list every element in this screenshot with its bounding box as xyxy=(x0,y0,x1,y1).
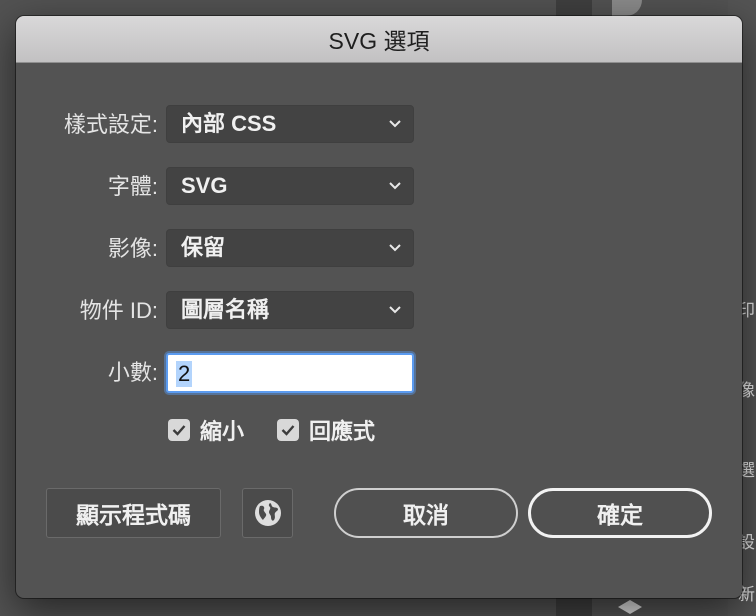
styling-row: 樣式設定: 內部 CSS xyxy=(16,105,742,145)
responsive-label: 回應式 xyxy=(309,419,376,444)
chevron-down-icon xyxy=(389,306,401,314)
checkbox-checked-icon xyxy=(168,419,190,441)
font-select[interactable]: SVG xyxy=(166,167,414,205)
responsive-checkbox[interactable]: 回應式 xyxy=(277,415,375,445)
decimal-label: 小數: xyxy=(107,360,158,385)
font-row: 字體: SVG xyxy=(16,167,742,207)
chevron-down-icon xyxy=(389,120,401,128)
show-code-button[interactable]: 顯示程式碼 xyxy=(46,488,221,538)
images-row: 影像: 保留 xyxy=(16,229,742,269)
dialog-title: SVG 選項 xyxy=(328,28,430,54)
object-ids-row: 物件 ID: 圖層名稱 xyxy=(16,291,742,331)
minify-label: 縮小 xyxy=(200,419,245,444)
chevron-down-icon xyxy=(389,244,401,252)
styling-select[interactable]: 內部 CSS xyxy=(166,105,414,143)
dialog-titlebar[interactable]: SVG 選項 xyxy=(16,16,742,63)
object-ids-value: 圖層名稱 xyxy=(181,297,270,322)
styling-label: 樣式設定: xyxy=(63,112,158,137)
globe-icon xyxy=(254,500,281,526)
web-button[interactable] xyxy=(242,488,293,538)
minify-checkbox[interactable]: 縮小 xyxy=(168,415,244,445)
svg-options-dialog: SVG 選項 樣式設定: 內部 CSS 字體: SVG 影像: 保留 物件 ID… xyxy=(16,16,742,598)
decimal-value: 2 xyxy=(176,361,193,387)
ok-button[interactable]: 確定 xyxy=(528,488,712,538)
images-select[interactable]: 保留 xyxy=(166,229,414,267)
object-ids-label: 物件 ID: xyxy=(79,298,158,323)
chevron-down-icon xyxy=(389,182,401,190)
styling-value: 內部 CSS xyxy=(181,111,277,136)
font-value: SVG xyxy=(181,173,228,198)
object-ids-select[interactable]: 圖層名稱 xyxy=(166,291,414,329)
decimal-input[interactable]: 2 xyxy=(166,353,414,393)
font-label: 字體: xyxy=(107,174,158,199)
images-label: 影像: xyxy=(107,236,158,261)
decimal-row: 小數: 2 xyxy=(16,353,742,393)
checkbox-checked-icon xyxy=(277,419,299,441)
cancel-button[interactable]: 取消 xyxy=(334,488,518,538)
layers-icon xyxy=(618,600,642,614)
images-value: 保留 xyxy=(181,235,226,260)
